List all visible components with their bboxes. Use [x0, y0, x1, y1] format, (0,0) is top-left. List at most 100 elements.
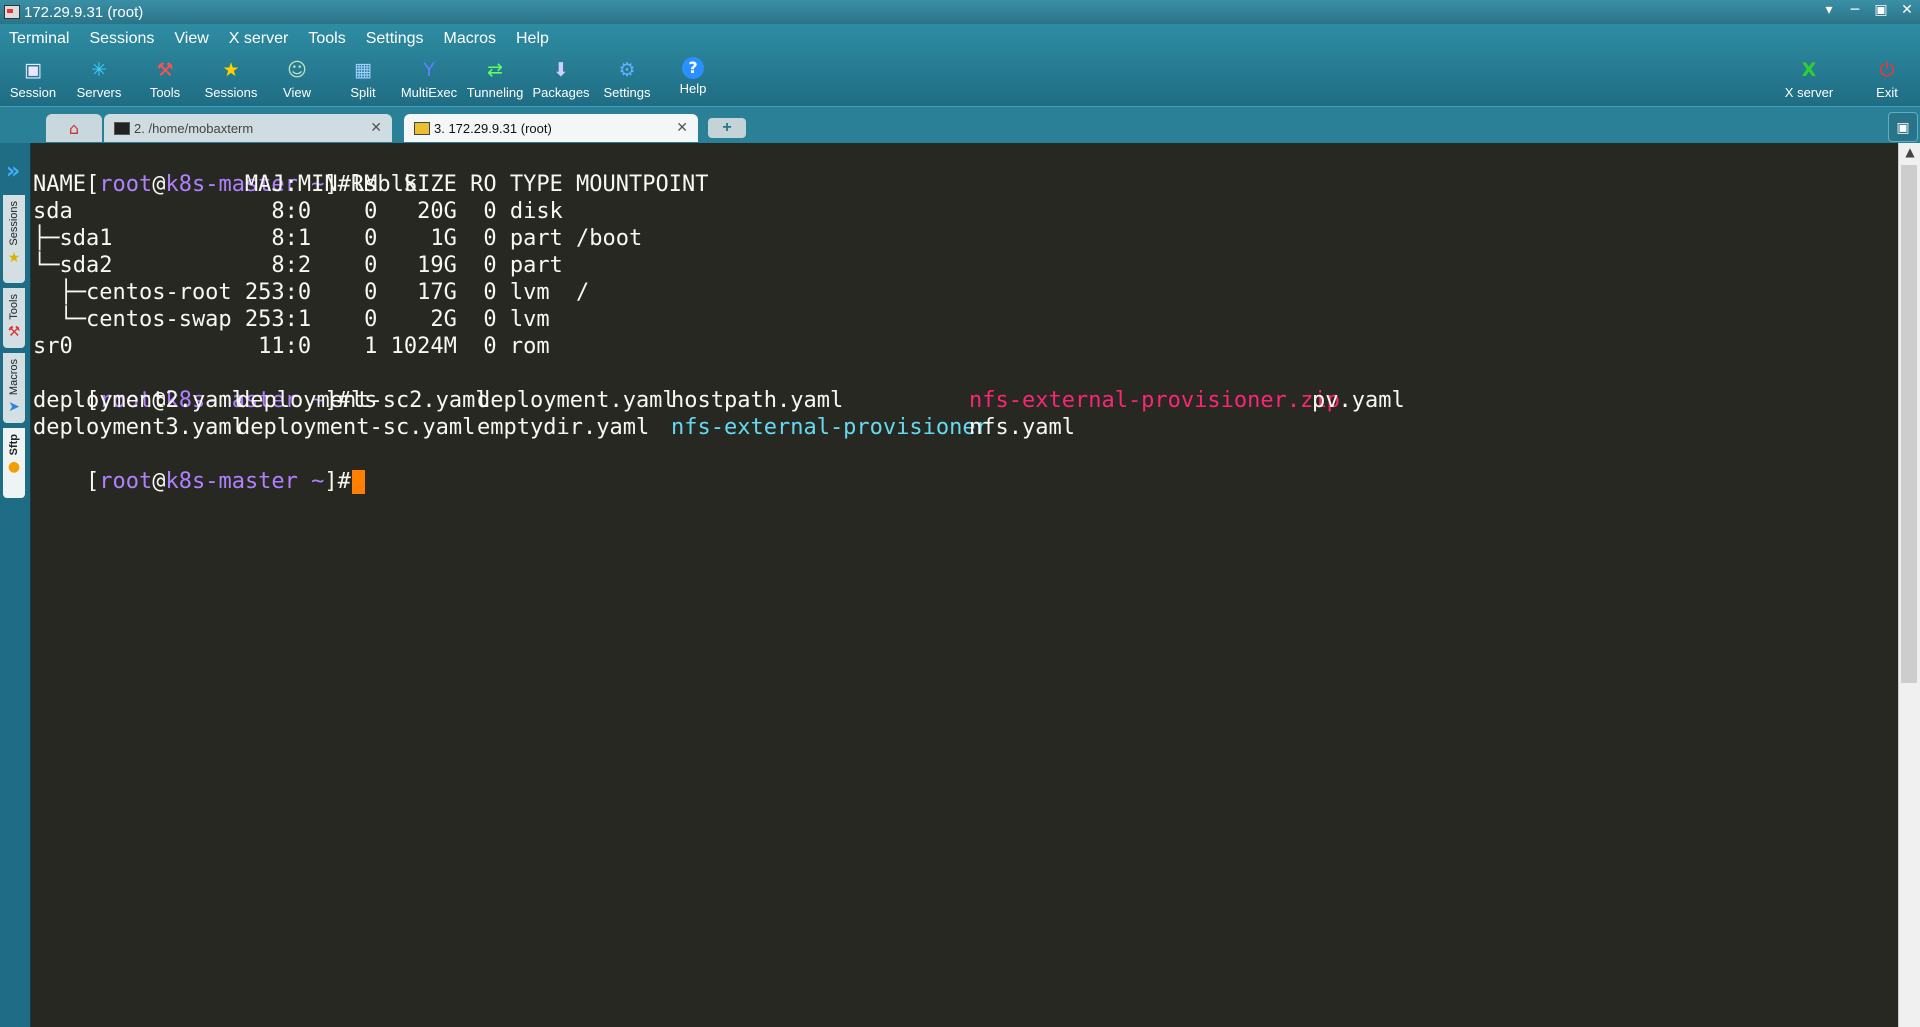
menu-settings[interactable]: Settings — [357, 30, 435, 48]
sidebar-tab-macros[interactable]: Macros ➤ — [3, 353, 25, 423]
close-icon[interactable]: ✕ — [1894, 0, 1920, 24]
toolbar-label: Help — [679, 81, 707, 96]
packages-toolbar-button[interactable]: ⬇ Packages — [528, 54, 594, 106]
file-item: deployment.yaml — [477, 388, 676, 413]
file-item: emptydir.yaml — [477, 415, 650, 440]
file-item: nfs.yaml — [969, 415, 1075, 440]
tab-strip: ⌂ 2. /home/mobaxterm ✕ 3. 172.29.9.31 (r… — [0, 106, 1920, 144]
tunneling-toolbar-button[interactable]: ⇄ Tunneling — [462, 54, 528, 106]
menu-help[interactable]: Help — [507, 30, 560, 48]
servers-icon: ✳ — [91, 58, 107, 81]
star-icon: ★ — [222, 58, 240, 81]
settings-icon: ⚙ — [618, 58, 636, 81]
file-item: deployment2.yaml — [33, 388, 245, 413]
window-title: 172.29.9.31 (root) — [24, 3, 144, 21]
sessions-toolbar-button[interactable]: ★ Sessions — [198, 54, 264, 106]
sftp-icon: ● — [7, 459, 21, 476]
tools-toolbar-button[interactable]: ⚒ Tools — [132, 54, 198, 106]
tab-close-icon[interactable]: ✕ — [370, 120, 382, 136]
tools-icon: ⚒ — [156, 58, 174, 81]
file-item: pv.yaml — [1312, 388, 1405, 413]
tab-close-icon[interactable]: ✕ — [676, 120, 688, 136]
maximize-icon[interactable]: ▣ — [1868, 0, 1894, 24]
split-toolbar-button[interactable]: ▦ Split — [330, 54, 396, 106]
toolbar: ▣ Session ✳ Servers ⚒ Tools ★ Sessions ☺ View ▦ Spl… — [0, 54, 1920, 106]
xserver-button[interactable]: X X server — [1764, 54, 1854, 100]
terminal-cursor — [351, 470, 365, 494]
archive-file-item: nfs-external-provisioner.zip — [969, 388, 1340, 413]
title-bar: 172.29.9.31 (root) ▾ ─ ▣ ✕ — [0, 0, 1920, 24]
menu-terminal[interactable]: Terminal — [0, 30, 80, 48]
scroll-up-icon[interactable]: ▲ — [1899, 145, 1920, 159]
tools-icon: ⚒ — [7, 323, 21, 340]
expand-sidebar-icon[interactable]: » — [6, 159, 20, 184]
xserver-icon: X — [1801, 58, 1817, 81]
sidebar-tab-label: Macros — [8, 359, 20, 396]
session-toolbar-button[interactable]: ▣ Session — [0, 54, 66, 106]
star-icon: ★ — [7, 249, 21, 266]
ssh-icon — [414, 121, 430, 135]
menu-sessions[interactable]: Sessions — [80, 30, 165, 48]
xserver-label: X server — [1784, 85, 1834, 100]
prompt-at: @ — [152, 469, 166, 494]
minimize-icon[interactable]: ─ — [1842, 0, 1868, 24]
exit-button[interactable]: ⏻ Exit — [1854, 54, 1920, 100]
tab-ssh-session[interactable]: 3. 172.29.9.31 (root) ✕ — [404, 114, 698, 142]
menu-xserver[interactable]: X server — [220, 30, 300, 48]
multiexec-icon: Y — [423, 58, 435, 81]
menu-view[interactable]: View — [165, 30, 219, 48]
multiexec-toolbar-button[interactable]: Y MultiExec — [396, 54, 462, 106]
help-icon: ? — [682, 57, 704, 79]
left-sidebar: » Sessions ★ Tools ⚒ Macros ➤ Sftp ● — [0, 143, 31, 1027]
sidebar-tab-tools[interactable]: Tools ⚒ — [3, 288, 25, 348]
tab-options-icon[interactable]: ▣ — [1888, 112, 1918, 142]
help-toolbar-button[interactable]: ? Help — [660, 54, 726, 106]
file-item: deployment-sc.yaml — [237, 415, 476, 440]
toolbar-label: Settings — [603, 85, 651, 100]
view-toolbar-button[interactable]: ☺ View — [264, 54, 330, 106]
toolbar-label: View — [283, 85, 311, 100]
settings-toolbar-button[interactable]: ⚙ Settings — [594, 54, 660, 106]
sidebar-tab-label: Tools — [8, 294, 20, 320]
file-item: deployment-sc2.yaml — [237, 388, 489, 413]
toolbar-label: MultiExec — [400, 85, 458, 100]
scrollbar-thumb[interactable] — [1901, 165, 1917, 683]
toolbar-label: Tunneling — [466, 85, 524, 100]
tab-local-terminal[interactable]: 2. /home/mobaxterm ✕ — [104, 114, 392, 142]
file-item: hostpath.yaml — [671, 388, 844, 413]
prompt-line: [root@k8s-master ~]#lsblk — [33, 144, 417, 197]
output-line: sr0 11:0 1 1024M 0 rom — [33, 334, 550, 359]
paper-plane-icon: ➤ — [8, 399, 20, 416]
dropdown-icon[interactable]: ▾ — [1816, 0, 1842, 24]
output-line: ├─sda1 8:1 0 1G 0 part /boot — [33, 226, 643, 251]
window-controls: ▾ ─ ▣ ✕ — [1816, 0, 1920, 24]
terminal-icon — [114, 121, 130, 135]
tunneling-icon: ⇄ — [487, 58, 503, 81]
new-tab-button[interactable]: + — [708, 118, 746, 138]
app-icon — [4, 5, 20, 19]
ls-row: deployment2.yaml deployment-sc2.yaml dep… — [33, 387, 1833, 414]
vertical-scrollbar[interactable]: ▲ — [1898, 143, 1920, 1027]
tab-label: 3. 172.29.9.31 (root) — [434, 120, 552, 136]
output-line: NAME MAJ:MIN RM SIZE RO TYPE MOUNTPOINT — [33, 172, 709, 197]
terminal-view[interactable]: [root@k8s-master ~]#lsblk NAME MAJ:MIN R… — [31, 143, 1898, 1027]
sidebar-tab-sessions[interactable]: Sessions ★ — [3, 195, 25, 283]
prompt-bracket: [ — [85, 469, 100, 494]
menu-tools[interactable]: Tools — [299, 30, 356, 48]
toolbar-label: Tools — [149, 85, 181, 100]
toolbar-label: Session — [9, 85, 57, 100]
servers-toolbar-button[interactable]: ✳ Servers — [66, 54, 132, 106]
exit-label: Exit — [1876, 85, 1898, 100]
toolbar-right: X X server ⏻ Exit — [1764, 54, 1920, 100]
power-icon: ⏻ — [1879, 58, 1895, 81]
view-icon: ☺ — [287, 58, 307, 81]
output-line: ├─centos-root 253:0 0 17G 0 lvm / — [33, 280, 590, 305]
menu-bar: Terminal Sessions View X server Tools Se… — [0, 24, 1920, 54]
prompt-host: k8s-master — [165, 469, 298, 494]
tab-home[interactable]: ⌂ — [46, 114, 102, 142]
menu-macros[interactable]: Macros — [435, 30, 507, 48]
sidebar-tab-sftp[interactable]: Sftp ● — [3, 428, 25, 498]
ls-row: deployment3.yaml deployment-sc.yaml empt… — [33, 414, 1833, 441]
toolbar-label: Sessions — [204, 85, 258, 100]
sidebar-tab-label: Sessions — [8, 201, 20, 246]
